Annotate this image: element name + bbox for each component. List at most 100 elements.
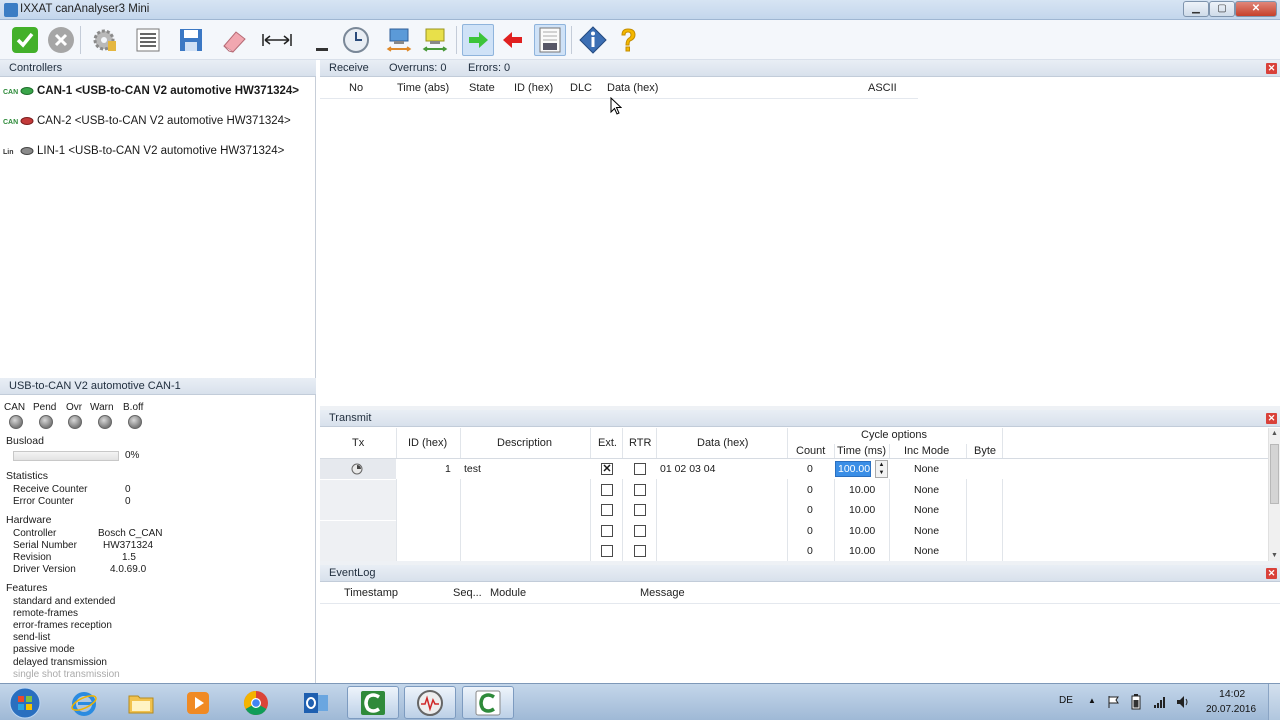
table-row[interactable]: 0 10.00 None [320,541,1270,561]
info-button[interactable] [577,24,609,56]
network-send-button[interactable] [383,24,415,56]
clock-time[interactable]: 14:02 [1219,688,1245,700]
column-header[interactable]: Time (ms) [837,445,886,457]
start-button[interactable] [0,686,50,719]
controller-item-can1[interactable]: CAN CAN-1 <USB-to-CAN V2 automotive HW37… [0,82,316,100]
column-header[interactable]: ID (hex) [408,437,447,449]
count-cell[interactable]: 0 [807,463,813,475]
inc-mode-cell[interactable]: None [914,484,939,496]
column-header[interactable]: State [469,82,495,94]
tx-send-icon[interactable] [351,463,363,475]
clear-button[interactable] [218,24,250,56]
taskbar-media-player[interactable] [172,686,224,719]
column-header[interactable]: Data (hex) [607,82,658,94]
minimize-button[interactable]: ▁ [1183,1,1209,17]
inc-mode-cell[interactable]: None [914,545,939,557]
column-header[interactable]: Module [490,587,526,599]
network-receive-button[interactable] [419,24,451,56]
transmit-close-button[interactable]: ✕ [1266,413,1277,424]
stop-button[interactable] [45,24,77,56]
column-header[interactable]: Data (hex) [697,437,748,449]
rtr-checkbox[interactable] [634,504,646,516]
column-header[interactable]: Count [796,445,825,457]
column-header[interactable]: ASCII [868,82,897,94]
count-cell[interactable]: 0 [807,484,813,496]
clock-date[interactable]: 20.07.2016 [1206,704,1256,715]
column-header[interactable]: Message [640,587,685,599]
column-header[interactable]: Tx [352,437,364,449]
transmit-scrollbar[interactable]: ▲ ▼ [1268,428,1280,561]
taskbar-file-explorer[interactable] [115,686,167,719]
table-row[interactable]: 0 10.00 None [320,500,1270,520]
rtr-checkbox[interactable] [634,525,646,537]
ext-checkbox[interactable] [601,504,613,516]
receive-close-button[interactable]: ✕ [1266,63,1277,74]
taskbar-canalyser-c[interactable] [347,686,399,719]
column-header[interactable]: Inc Mode [904,445,949,457]
scroll-down-icon[interactable]: ▼ [1271,552,1278,559]
row-selector[interactable] [320,521,396,541]
column-header[interactable]: ID (hex) [514,82,553,94]
description-cell[interactable]: test [464,463,481,475]
rtr-checkbox[interactable] [634,545,646,557]
scroll-thumb[interactable] [1270,444,1279,504]
count-cell[interactable]: 0 [807,504,813,516]
row-selector[interactable] [320,480,396,500]
column-width-button[interactable] [261,24,293,56]
rtr-checkbox[interactable] [634,484,646,496]
ext-checkbox[interactable] [601,545,613,557]
arrow-right-button[interactable] [462,24,494,56]
rtr-checkbox[interactable] [634,463,646,475]
clock-button[interactable] [340,24,372,56]
settings-button[interactable] [89,24,121,56]
row-selector[interactable] [320,541,396,561]
eventlog-close-button[interactable]: ✕ [1266,568,1277,579]
column-header[interactable]: Description [497,437,552,449]
ext-checkbox[interactable] [601,525,613,537]
controller-item-lin1[interactable]: Lin LIN-1 <USB-to-CAN V2 automotive HW37… [0,142,316,160]
save-button[interactable] [175,24,207,56]
count-cell[interactable]: 0 [807,545,813,557]
maximize-button[interactable]: ▢ [1209,1,1235,17]
time-spinner[interactable]: ▲ ▼ [875,460,888,478]
ext-checkbox[interactable]: ✕ [601,463,613,475]
column-header[interactable]: Time (abs) [397,82,449,94]
arrow-left-button[interactable] [497,24,529,56]
help-button[interactable] [612,24,644,56]
column-header[interactable]: No [349,82,363,94]
count-cell[interactable]: 0 [807,525,813,537]
show-desktop-button[interactable] [1268,684,1280,720]
column-header[interactable]: Timestamp [344,587,398,599]
time-input[interactable]: 100.00 [835,461,871,477]
battery-icon[interactable] [1131,694,1141,710]
table-row[interactable]: 1 test ✕ 01 02 03 04 0 100.00 ▲ ▼ None [320,459,1270,479]
log-button[interactable] [534,24,566,56]
table-row[interactable]: 0 10.00 None [320,521,1270,541]
taskbar-outlook[interactable] [290,686,342,719]
table-row[interactable]: 0 10.00 None [320,480,1270,500]
signal-icon[interactable] [1153,695,1167,709]
column-header[interactable]: RTR [629,437,651,449]
taskbar-internet-explorer[interactable] [58,686,110,719]
time-cell[interactable]: 10.00 [849,525,875,537]
volume-icon[interactable] [1176,694,1190,710]
scroll-up-icon[interactable]: ▲ [1271,430,1278,437]
inc-mode-cell[interactable]: None [914,504,939,516]
taskbar-canalyser-c2[interactable] [462,686,514,719]
controller-item-can2[interactable]: CAN CAN-2 <USB-to-CAN V2 automotive HW37… [0,112,316,130]
tray-expand-icon[interactable]: ▲ [1088,696,1096,705]
time-cell[interactable]: 10.00 [849,484,875,496]
column-header[interactable]: Ext. [598,437,617,449]
action-center-icon[interactable] [1107,695,1121,709]
filter-button[interactable] [132,24,164,56]
close-button[interactable]: ✕ [1235,1,1277,17]
underline-button[interactable] [305,24,337,56]
language-indicator[interactable]: DE [1059,695,1073,706]
taskbar-canalyser-monitor[interactable] [404,686,456,719]
time-cell[interactable]: 10.00 [849,504,875,516]
time-cell[interactable]: 10.00 [849,545,875,557]
column-header[interactable]: Seq... [453,587,482,599]
taskbar-chrome[interactable] [230,686,282,719]
column-header[interactable]: DLC [570,82,592,94]
inc-mode-cell[interactable]: None [914,525,939,537]
